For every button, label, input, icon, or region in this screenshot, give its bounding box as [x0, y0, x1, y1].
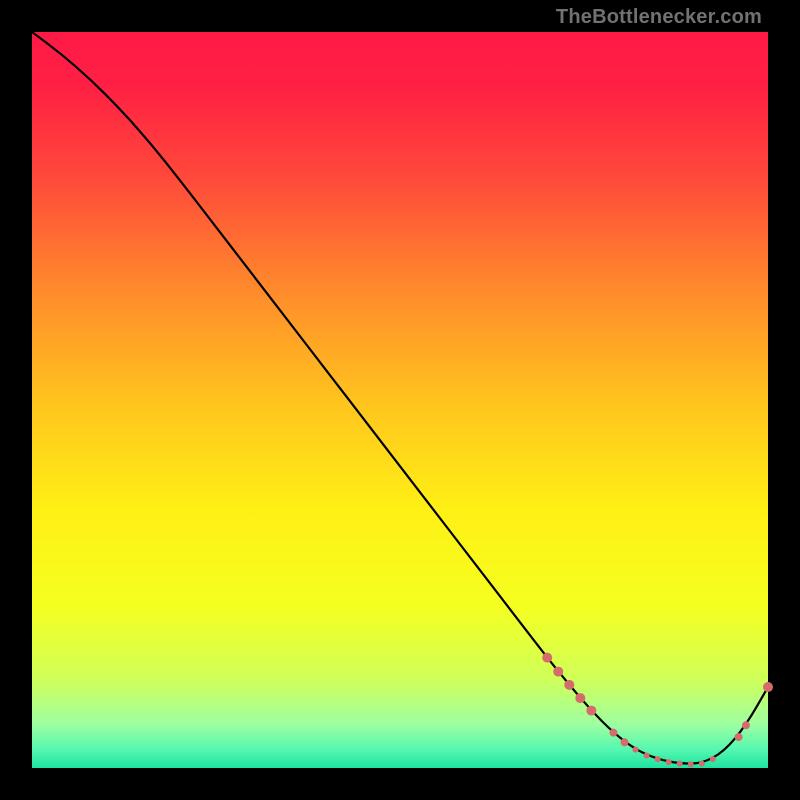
- watermark-text: TheBottlenecker.com: [556, 6, 762, 29]
- curve-marker: [633, 747, 639, 753]
- curve-marker: [699, 761, 705, 767]
- curve-markers: [542, 653, 773, 768]
- curve-marker: [742, 721, 750, 729]
- curve-marker: [644, 752, 650, 758]
- curve-marker: [575, 693, 585, 703]
- curve-layer: [32, 32, 768, 768]
- curve-marker: [735, 733, 743, 741]
- curve-marker: [655, 756, 661, 762]
- curve-marker: [609, 729, 617, 737]
- curve-marker: [542, 653, 552, 663]
- bottleneck-curve: [32, 32, 768, 764]
- curve-marker: [710, 756, 716, 762]
- curve-marker: [620, 738, 628, 746]
- chart-frame: [32, 32, 768, 768]
- curve-marker: [586, 706, 596, 716]
- curve-marker: [763, 682, 773, 692]
- curve-marker: [688, 761, 694, 767]
- curve-marker: [666, 759, 672, 765]
- curve-marker: [553, 667, 563, 677]
- curve-marker: [564, 680, 574, 690]
- curve-marker: [677, 761, 683, 767]
